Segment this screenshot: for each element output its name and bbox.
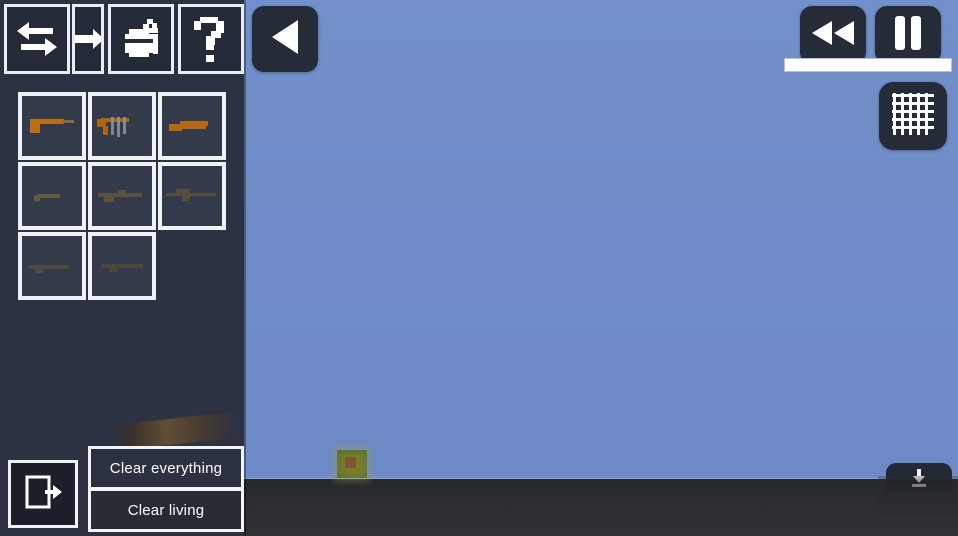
sidebar-toolbar xyxy=(0,0,244,78)
weapon-slot-5[interactable] xyxy=(88,162,156,230)
sniper-rifle-icon xyxy=(166,189,216,201)
swap-arrows-icon xyxy=(15,21,59,57)
paint-button[interactable] xyxy=(107,4,174,74)
revolver-icon xyxy=(34,194,60,201)
sidebar-panel: Clear everything Clear living xyxy=(0,0,244,536)
paint-bucket-icon xyxy=(119,17,163,61)
exit-door-icon xyxy=(23,472,63,517)
spawn-arrow-button[interactable] xyxy=(72,4,104,74)
timeline-bar[interactable] xyxy=(784,58,952,72)
arrow-right-icon xyxy=(75,24,101,54)
clear-living-button[interactable]: Clear living xyxy=(91,491,241,529)
pause-icon xyxy=(893,15,923,55)
dragged-weapon-preview xyxy=(116,411,240,451)
weapon-slot-1[interactable] xyxy=(18,92,86,160)
triangle-left-icon xyxy=(268,18,302,61)
weapon-slot-3[interactable] xyxy=(158,92,226,160)
weapon-slot-7[interactable] xyxy=(18,232,86,300)
game-screen: Clear everything Clear living xyxy=(0,0,958,536)
machine-gun-icon xyxy=(97,117,129,137)
weapon-slot-8[interactable] xyxy=(88,232,156,300)
pause-button[interactable] xyxy=(875,6,941,64)
download-icon xyxy=(911,469,927,492)
exit-button[interactable] xyxy=(8,460,78,528)
battle-rifle-icon xyxy=(101,264,143,272)
weapon-slot-4[interactable] xyxy=(18,162,86,230)
help-button[interactable] xyxy=(177,4,244,74)
submachine-gun-icon xyxy=(29,265,69,273)
assault-rifle-icon xyxy=(98,190,142,202)
sawed-off-shotgun-icon xyxy=(169,121,208,131)
spawned-block-entity[interactable] xyxy=(337,450,367,478)
weapon-slot-2[interactable] xyxy=(88,92,156,160)
rewind-icon xyxy=(810,19,856,52)
clear-everything-button[interactable]: Clear everything xyxy=(91,449,241,487)
weapon-slot-6[interactable] xyxy=(158,162,226,230)
toggle-grid-button[interactable] xyxy=(879,82,947,150)
clear-actions-panel: Clear everything Clear living xyxy=(88,446,244,532)
download-button[interactable] xyxy=(886,463,952,509)
collapse-panel-button[interactable] xyxy=(252,6,318,72)
rewind-button[interactable] xyxy=(800,6,866,64)
swap-button[interactable] xyxy=(4,4,71,74)
question-mark-icon xyxy=(192,15,230,63)
grid-icon xyxy=(892,92,934,140)
weapon-slot-grid xyxy=(18,92,234,300)
pistol-icon xyxy=(30,119,74,133)
